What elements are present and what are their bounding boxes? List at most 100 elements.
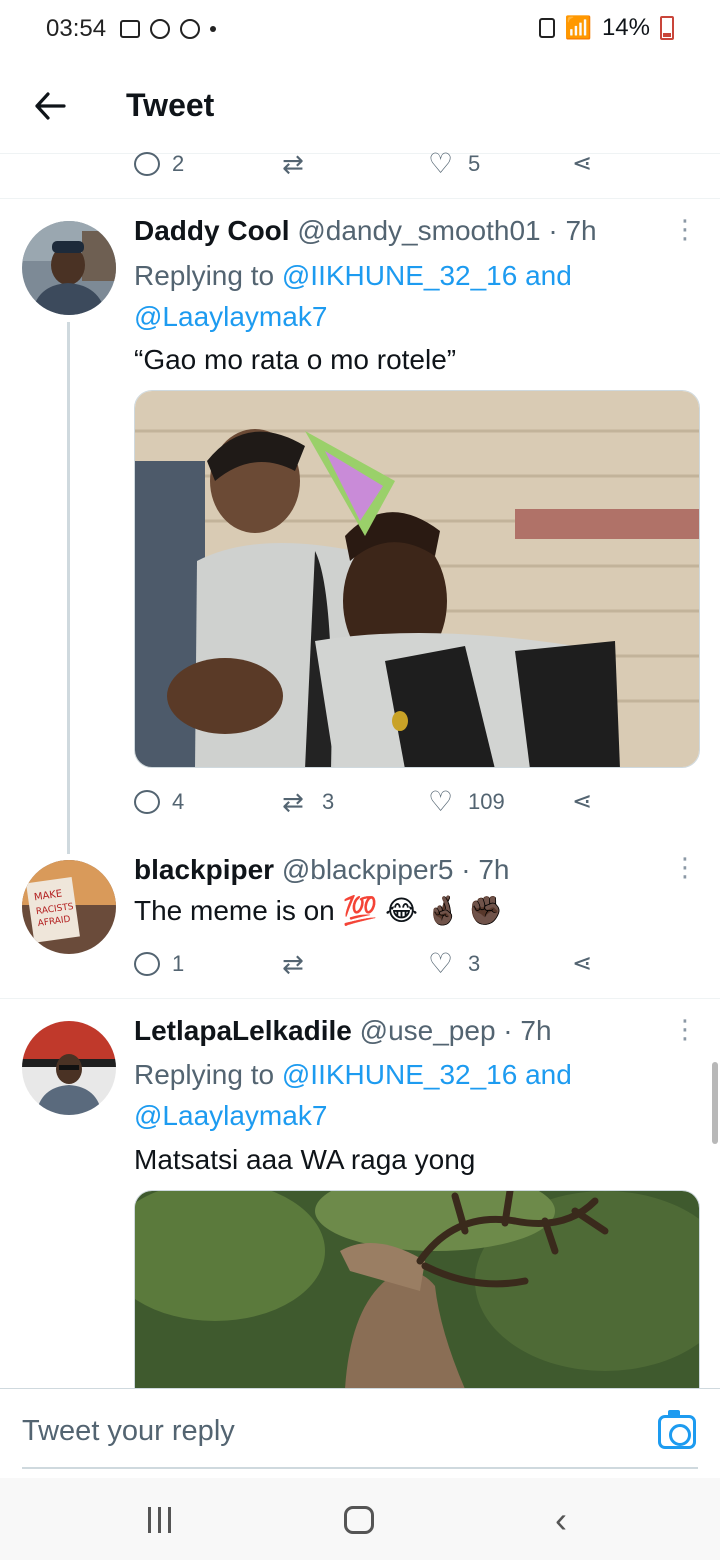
reply-count: 1 bbox=[172, 951, 185, 976]
wifi-icon: 📶 bbox=[564, 15, 592, 40]
page-title: Tweet bbox=[126, 87, 215, 123]
lock-icon bbox=[538, 18, 555, 38]
comment-icon bbox=[134, 952, 160, 976]
reply-underline bbox=[22, 1467, 698, 1469]
recents-icon-bar bbox=[167, 1507, 171, 1533]
scrollbar[interactable] bbox=[712, 1062, 718, 1144]
avatar[interactable] bbox=[22, 1021, 116, 1115]
divider bbox=[0, 198, 720, 199]
system-back-button[interactable]: ‹ bbox=[546, 1499, 576, 1540]
tweet-photo bbox=[135, 391, 699, 767]
comment-icon bbox=[134, 152, 160, 176]
heart-icon: ♡ bbox=[428, 786, 454, 817]
author-name[interactable]: Daddy Cool bbox=[134, 215, 290, 246]
share-button[interactable]: ⋖ bbox=[572, 944, 600, 984]
reply-button[interactable]: 2 bbox=[134, 144, 184, 184]
tweet-photo bbox=[135, 1191, 699, 1388]
share-button[interactable]: ⋖ bbox=[572, 782, 600, 822]
gallery-icon bbox=[120, 20, 141, 38]
share-icon: ⋖ bbox=[572, 950, 593, 977]
tweet-image[interactable] bbox=[134, 1190, 700, 1388]
retweet-icon: ⇄ bbox=[282, 149, 304, 179]
separator: · bbox=[503, 1015, 513, 1046]
avatar[interactable] bbox=[22, 221, 116, 315]
separator: · bbox=[461, 854, 471, 885]
status-notification-icons bbox=[120, 19, 217, 39]
more-notifications-icon bbox=[210, 26, 217, 32]
recents-icon bbox=[147, 1507, 151, 1533]
system-nav-bar: ‹ bbox=[0, 1478, 720, 1560]
sync-icon bbox=[150, 19, 171, 39]
camera-icon[interactable] bbox=[658, 1410, 696, 1449]
tweet-time: 7h bbox=[478, 854, 510, 885]
retweet-button[interactable]: ⇄ 3 bbox=[282, 782, 334, 822]
tweet-image[interactable] bbox=[134, 390, 700, 768]
replying-prefix: Replying to bbox=[134, 260, 275, 291]
retweet-button[interactable]: ⇄ bbox=[282, 944, 310, 984]
thread-line bbox=[67, 322, 70, 854]
like-count: 3 bbox=[468, 951, 481, 976]
status-right-icons: 📶 14% bbox=[538, 14, 674, 42]
like-button[interactable]: ♡ 5 bbox=[428, 144, 480, 184]
heart-icon: ♡ bbox=[428, 148, 454, 179]
reply-count: 4 bbox=[172, 789, 185, 814]
reply-button[interactable]: 1 bbox=[134, 944, 184, 984]
replying-to: Replying to @IIKHUNE_32_16 and @Laaylaym… bbox=[134, 1054, 694, 1136]
author-name[interactable]: blackpiper bbox=[134, 854, 274, 885]
more-button[interactable]: ⋮ bbox=[672, 216, 698, 242]
avatar-image: MAKE RACISTS AFRAID bbox=[22, 860, 116, 954]
tweet-text: “Gao mo rata o mo rotele” bbox=[134, 344, 457, 375]
replying-prefix: Replying to bbox=[134, 1059, 275, 1090]
separator: · bbox=[548, 215, 558, 246]
reply-composer: Tweet your reply bbox=[0, 1388, 720, 1478]
status-time: 03:54 bbox=[46, 15, 107, 42]
share-icon: ⋖ bbox=[572, 788, 593, 815]
mention-link[interactable]: @IIKHUNE_32_16 bbox=[282, 1059, 517, 1090]
tweet-header: Daddy Cool @dandy_smooth01 · 7h bbox=[134, 215, 597, 247]
share-button[interactable]: ⋖ bbox=[572, 144, 600, 184]
mention-link[interactable]: @Laaylaymak7 bbox=[134, 301, 327, 332]
retweet-button[interactable]: ⇄ bbox=[282, 144, 310, 184]
replying-and: and bbox=[525, 1059, 572, 1090]
home-button[interactable] bbox=[343, 1500, 375, 1540]
avatar-image bbox=[22, 221, 116, 315]
author-handle[interactable]: @use_pep bbox=[360, 1015, 496, 1046]
reply-input[interactable]: Tweet your reply bbox=[22, 1415, 235, 1448]
avatar[interactable]: MAKE RACISTS AFRAID bbox=[22, 860, 116, 954]
back-button[interactable] bbox=[0, 58, 100, 154]
share-icon: ⋖ bbox=[572, 150, 593, 177]
chevron-left-icon: ‹ bbox=[555, 1499, 567, 1540]
tweet-text: The meme is on 💯 😂 🤞🏿 ✊🏿 bbox=[134, 895, 504, 926]
comment-icon bbox=[134, 790, 160, 814]
mention-link[interactable]: @Laaylaymak7 bbox=[134, 1100, 327, 1131]
heart-icon: ♡ bbox=[428, 948, 454, 979]
divider bbox=[0, 998, 720, 999]
tweet-actions-previous: 2 ⇄ ♡ 5 ⋖ bbox=[134, 144, 604, 184]
more-button[interactable]: ⋮ bbox=[672, 854, 698, 880]
author-handle[interactable]: @blackpiper5 bbox=[282, 854, 454, 885]
home-icon bbox=[344, 1506, 374, 1534]
author-name[interactable]: LetlapaLelkadile bbox=[134, 1015, 352, 1046]
arrow-left-icon bbox=[35, 91, 66, 120]
retweet-icon: ⇄ bbox=[282, 787, 304, 817]
more-vertical-icon: ⋮ bbox=[672, 1014, 698, 1044]
recents-button[interactable] bbox=[142, 1500, 176, 1540]
mention-link[interactable]: @IIKHUNE_32_16 bbox=[282, 260, 517, 291]
tweet-header: LetlapaLelkadile @use_pep · 7h bbox=[134, 1015, 552, 1047]
reply-button[interactable]: 4 bbox=[134, 782, 184, 822]
replying-to: Replying to @IIKHUNE_32_16 and @Laaylaym… bbox=[134, 255, 694, 337]
author-handle[interactable]: @dandy_smooth01 bbox=[297, 215, 540, 246]
like-button[interactable]: ♡ 3 bbox=[428, 944, 480, 984]
app-header: Tweet bbox=[0, 58, 720, 154]
tweet-text: Matsatsi aaa WA raga yong bbox=[134, 1144, 476, 1175]
battery-percent: 14% bbox=[601, 14, 650, 41]
more-button[interactable]: ⋮ bbox=[672, 1016, 698, 1042]
tweet-actions: 4 ⇄ 3 ♡ 109 ⋖ bbox=[134, 782, 604, 822]
like-button[interactable]: ♡ 109 bbox=[428, 782, 505, 822]
tweet-time: 7h bbox=[565, 215, 597, 246]
like-count: 109 bbox=[468, 789, 505, 814]
retweet-count: 3 bbox=[322, 789, 335, 814]
more-vertical-icon: ⋮ bbox=[672, 214, 698, 244]
reply-count: 2 bbox=[172, 151, 185, 176]
retweet-icon: ⇄ bbox=[282, 949, 304, 979]
